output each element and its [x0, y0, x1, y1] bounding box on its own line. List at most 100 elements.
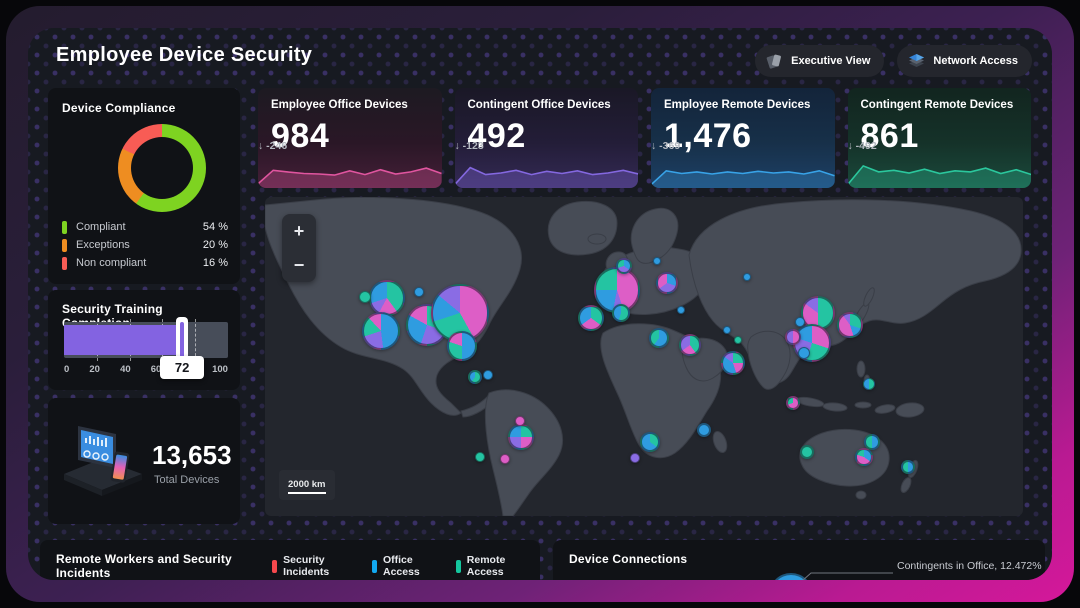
legend-swatch [272, 560, 277, 573]
kpi-card-contingent-office[interactable]: Contingent Office Devices 492 ↓ -123 [455, 88, 639, 188]
kpi-title: Contingent Remote Devices [861, 99, 1014, 111]
donut-hole [131, 137, 193, 199]
kpi-card-contingent-remote[interactable]: Contingent Remote Devices 861 ↓ -492 [848, 88, 1032, 188]
kpi-cards-row: Employee Office Devices 984 ↓ -246 Conti… [258, 88, 1031, 188]
map-zoom-control: + − [282, 214, 316, 282]
legend-item-security-incidents: Security Incidents [272, 554, 350, 578]
map-pie-marker[interactable] [785, 329, 801, 345]
pie-annotation: Contingents in Office, 12.472% [897, 560, 1042, 572]
slider-gridline [195, 319, 196, 361]
total-devices-panel: 13,653 Total Devices [48, 398, 240, 524]
screen: Employee Device Security Executive View [0, 0, 1080, 608]
legend-label: Exceptions [76, 239, 203, 251]
legend-label: Non compliant [76, 257, 203, 269]
map-pie-marker[interactable] [612, 304, 630, 322]
training-slider [64, 322, 228, 358]
device-compliance-title: Device Compliance [62, 101, 226, 115]
laptop-illustration [56, 412, 148, 513]
map-pie-marker[interactable] [679, 334, 701, 356]
map-pie-marker[interactable] [863, 378, 875, 390]
kpi-sparkline [848, 156, 1032, 188]
kpi-sparkline [651, 156, 835, 188]
legend-label: Security Incidents [283, 554, 350, 578]
map-scale-label: 2000 km [288, 479, 326, 494]
security-training-panel: Security Training Completion 02040608010… [48, 290, 240, 390]
map-pie-marker[interactable] [721, 351, 745, 375]
network-access-button[interactable]: Network Access [897, 45, 1032, 77]
map-pie-marker[interactable] [508, 424, 534, 450]
legend-label: Remote Access [467, 554, 524, 578]
total-devices-value: 13,653 [152, 440, 232, 471]
legend-value: 16 % [203, 257, 228, 269]
map-dot-marker[interactable] [515, 416, 525, 426]
kpi-delta: ↓ -123 [455, 140, 484, 152]
header-actions: Executive View Network Access [755, 45, 1032, 77]
kpi-sparkline [455, 156, 639, 188]
kpi-card-employee-remote[interactable]: Employee Remote Devices 1,476 ↓ -369 [651, 88, 835, 188]
legend-value: 20 % [203, 239, 228, 251]
annotation-connector [791, 564, 895, 580]
legend-row-non-compliant: Non compliant 16 % [62, 254, 228, 272]
map-dot-marker[interactable] [483, 370, 493, 380]
world-map-panel: + − 2000 km [265, 197, 1023, 516]
slider-value-tooltip: 72 [160, 356, 204, 379]
legend-swatch-non-compliant [62, 257, 67, 270]
compliance-donut-chart[interactable] [118, 124, 206, 212]
kpi-delta: ↓ -369 [651, 140, 680, 152]
map-dot-marker[interactable] [414, 287, 424, 297]
map-dot-marker[interactable] [630, 453, 640, 463]
map-dot-marker[interactable] [475, 452, 485, 462]
map-pie-marker[interactable] [901, 460, 915, 474]
device-compliance-panel: Device Compliance Compliant 54 % Excepti… [48, 88, 240, 284]
kpi-title: Employee Office Devices [271, 99, 408, 111]
executive-view-button[interactable]: Executive View [755, 45, 884, 77]
map-dot-marker[interactable] [743, 273, 751, 281]
map-dot-marker[interactable] [723, 326, 731, 334]
map-dot-marker[interactable] [800, 445, 814, 459]
tick-label: 40 [120, 364, 131, 375]
legend-swatch-exceptions [62, 239, 67, 252]
kpi-delta: ↓ -492 [848, 140, 877, 152]
map-pie-marker[interactable] [786, 396, 800, 410]
map-pie-marker[interactable] [616, 258, 632, 274]
executive-view-icon [765, 52, 784, 71]
legend-row-compliant: Compliant 54 % [62, 218, 228, 236]
remote-workers-title: Remote Workers and Security Incidents [56, 552, 240, 580]
map-dot-marker[interactable] [359, 291, 371, 303]
map-dot-marker[interactable] [798, 347, 810, 359]
compliance-legend: Compliant 54 % Exceptions 20 % Non compl… [62, 218, 228, 272]
map-pie-marker[interactable] [362, 312, 400, 350]
map-dot-marker[interactable] [697, 423, 711, 437]
legend-label: Office Access [383, 554, 434, 578]
network-access-icon [907, 52, 926, 71]
map-pie-marker[interactable] [649, 328, 669, 348]
map-dot-marker[interactable] [795, 317, 805, 327]
legend-row-exceptions: Exceptions 20 % [62, 236, 228, 254]
map-pie-marker[interactable] [855, 448, 873, 466]
map-pie-marker[interactable] [578, 305, 604, 331]
legend-swatch [372, 560, 377, 573]
kpi-title: Contingent Office Devices [468, 99, 611, 111]
map-dot-marker[interactable] [500, 454, 510, 464]
map-pie-marker[interactable] [369, 280, 405, 316]
zoom-in-button[interactable]: + [282, 214, 316, 248]
map-pie-marker[interactable] [656, 272, 678, 294]
network-access-label: Network Access [933, 55, 1018, 67]
tick-label: 100 [212, 364, 228, 375]
kpi-card-employee-office[interactable]: Employee Office Devices 984 ↓ -246 [258, 88, 442, 188]
kpi-title: Employee Remote Devices [664, 99, 810, 111]
map-dot-marker[interactable] [677, 306, 685, 314]
dashboard: Employee Device Security Executive View [28, 28, 1052, 580]
map-dot-marker[interactable] [734, 336, 742, 344]
map-pie-marker[interactable] [447, 331, 477, 361]
map-pie-marker[interactable] [468, 370, 482, 384]
kpi-delta: ↓ -246 [258, 140, 287, 152]
map-pie-marker[interactable] [640, 432, 660, 452]
zoom-out-button[interactable]: − [282, 248, 316, 282]
remote-workers-panel: Remote Workers and Security Incidents Se… [40, 540, 540, 580]
executive-view-label: Executive View [791, 55, 870, 67]
slider-fill [64, 325, 182, 355]
map-dot-marker[interactable] [653, 257, 661, 265]
tick-label: 20 [89, 364, 100, 375]
map-pie-marker[interactable] [837, 312, 863, 338]
